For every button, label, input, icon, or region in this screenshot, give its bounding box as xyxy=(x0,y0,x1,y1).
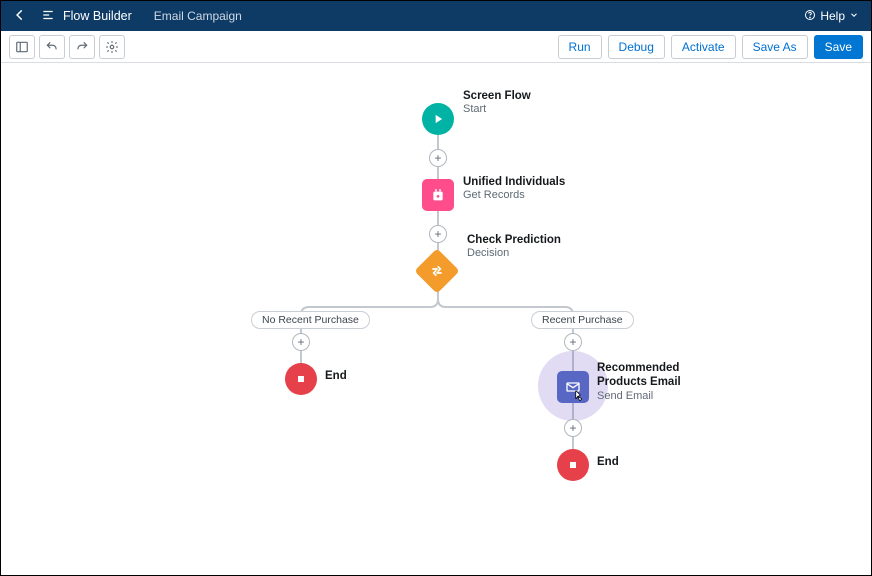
page-name: Email Campaign xyxy=(154,9,242,23)
save-as-button[interactable]: Save As xyxy=(742,35,808,59)
app-header: Flow Builder Email Campaign Help xyxy=(1,1,871,31)
undo-button[interactable] xyxy=(39,35,65,59)
add-element-button[interactable]: + xyxy=(564,419,582,437)
end-node-right-label: End xyxy=(597,455,619,469)
add-element-button[interactable]: + xyxy=(429,149,447,167)
help-label: Help xyxy=(820,9,845,23)
add-element-button[interactable]: + xyxy=(564,333,582,351)
branch-label-right[interactable]: Recent Purchase xyxy=(531,311,634,329)
plus-icon: + xyxy=(434,151,441,165)
decision-node[interactable] xyxy=(421,255,453,287)
plus-icon: + xyxy=(434,227,441,241)
cursor-pointer-icon xyxy=(569,389,587,407)
back-icon[interactable] xyxy=(13,8,27,25)
end-node-right[interactable] xyxy=(557,449,589,481)
activate-button[interactable]: Activate xyxy=(671,35,736,59)
start-node[interactable] xyxy=(422,103,454,135)
get-records-node-label: Unified Individuals Get Records xyxy=(463,175,565,203)
save-button[interactable]: Save xyxy=(814,35,863,59)
branch-label-left[interactable]: No Recent Purchase xyxy=(251,311,370,329)
flow-canvas[interactable]: Screen Flow Start + Unified Individuals … xyxy=(1,63,871,575)
chevron-down-icon xyxy=(849,9,859,23)
settings-button[interactable] xyxy=(99,35,125,59)
get-records-node[interactable] xyxy=(422,179,454,211)
end-node-left-label: End xyxy=(325,369,347,383)
layout-toggle-button[interactable] xyxy=(9,35,35,59)
run-button[interactable]: Run xyxy=(558,35,602,59)
debug-button[interactable]: Debug xyxy=(608,35,665,59)
start-node-label: Screen Flow Start xyxy=(463,89,531,117)
decision-node-label: Check Prediction Decision xyxy=(467,233,561,261)
flow-builder-logo-icon xyxy=(41,8,55,25)
help-menu[interactable]: Help xyxy=(804,9,859,24)
help-icon xyxy=(804,9,816,24)
plus-icon: + xyxy=(569,335,576,349)
end-node-left[interactable] xyxy=(285,363,317,395)
connectors xyxy=(1,63,872,576)
send-email-node-label: Recommended Products Email Send Email xyxy=(597,361,717,404)
plus-icon: + xyxy=(569,421,576,435)
redo-button[interactable] xyxy=(69,35,95,59)
add-element-button[interactable]: + xyxy=(292,333,310,351)
app-title: Flow Builder xyxy=(63,9,132,23)
plus-icon: + xyxy=(297,335,304,349)
toolbar: Run Debug Activate Save As Save xyxy=(1,31,871,63)
add-element-button[interactable]: + xyxy=(429,225,447,243)
